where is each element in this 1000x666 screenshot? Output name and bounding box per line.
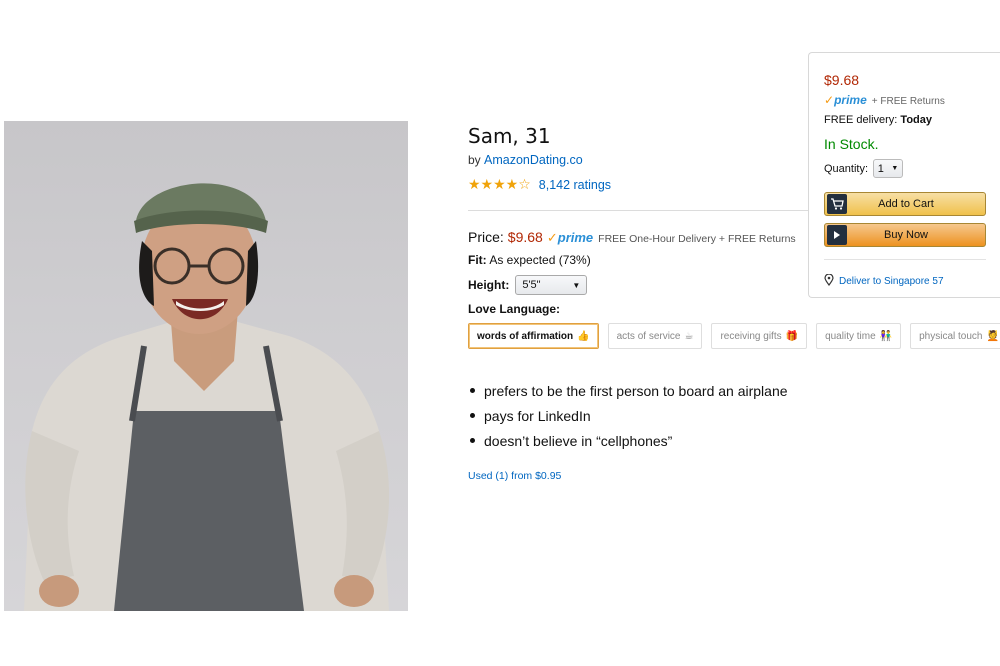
byline: by AmazonDating.co xyxy=(468,153,583,167)
quantity-label: Quantity: xyxy=(824,162,869,175)
fit-value: As expected (73%) xyxy=(489,253,591,267)
buybox-prime: ✓ prime + FREE Returns xyxy=(824,93,945,107)
buy-now-label: Buy Now xyxy=(883,229,929,241)
price-label: Price: xyxy=(468,229,504,245)
height-label: Height: xyxy=(468,278,510,292)
fit-info: Fit: As expected (73%) xyxy=(468,253,591,267)
stock-status: In Stock. xyxy=(824,136,879,152)
buy-box: $9.68 ✓ prime + FREE Returns FREE delive… xyxy=(808,52,1000,298)
list-item: prefers to be the first person to board … xyxy=(470,378,788,403)
coffee-icon: ☕ xyxy=(684,330,694,342)
deliver-to-link[interactable]: Deliver to Singapore 57 xyxy=(824,273,944,289)
option-label: quality time xyxy=(825,330,876,342)
chevron-down-icon: ▼ xyxy=(572,280,581,290)
location-pin-icon xyxy=(824,273,834,289)
bullet-icon xyxy=(470,438,475,443)
buy-now-button[interactable]: Buy Now xyxy=(824,223,986,247)
thumbs-up-icon: 👍 xyxy=(577,330,590,342)
prime-logo: prime xyxy=(834,93,867,107)
ratings-count-link[interactable]: 8,142 ratings xyxy=(539,178,611,192)
height-row: Height: 5'5" ▼ xyxy=(468,275,588,295)
prime-badge: ✓ prime xyxy=(547,230,593,246)
love-language-physical-touch[interactable]: physical touch 💆 xyxy=(910,323,1000,349)
price-value: $9.68 xyxy=(507,229,543,245)
feature-bullets: prefers to be the first person to board … xyxy=(470,378,788,453)
bullet-icon xyxy=(470,413,475,418)
deliver-to-label: Deliver to Singapore 57 xyxy=(839,276,944,287)
height-select[interactable]: 5'5" ▼ xyxy=(515,275,588,295)
add-to-cart-button[interactable]: Add to Cart xyxy=(824,192,986,216)
add-to-cart-label: Add to Cart xyxy=(878,198,934,210)
rating-row: ★★★★☆ 8,142 ratings xyxy=(468,176,611,193)
prime-logo: prime xyxy=(557,230,594,245)
quantity-select[interactable]: 1 ▼ xyxy=(873,159,904,178)
fit-label: Fit: xyxy=(468,253,487,267)
love-language-quality-time[interactable]: quality time 👫 xyxy=(816,323,902,349)
price-line: Price: $9.68 ✓ prime FREE One-Hour Deliv… xyxy=(468,229,796,246)
chevron-down-icon: ▼ xyxy=(891,165,899,172)
love-language-receiving-gifts[interactable]: receiving gifts 🎁 xyxy=(711,323,808,349)
list-item: doesn’t believe in “cellphones” xyxy=(470,428,788,453)
used-offer-link[interactable]: Used (1) from $0.95 xyxy=(468,470,561,482)
option-label: physical touch xyxy=(919,330,983,342)
star-rating-icon[interactable]: ★★★★☆ xyxy=(468,176,531,193)
option-label: words of affirmation xyxy=(477,330,574,342)
height-value: 5'5" xyxy=(522,279,541,291)
love-language-acts-of-service[interactable]: acts of service ☕ xyxy=(607,323,703,349)
option-label: receiving gifts xyxy=(720,330,782,342)
divider xyxy=(468,210,808,211)
bullet-icon xyxy=(470,388,475,393)
prime-check-icon: ✓ xyxy=(546,230,558,245)
option-label: acts of service xyxy=(616,330,681,342)
delivery-info: FREE delivery: Today xyxy=(824,114,932,126)
byline-prefix: by xyxy=(468,153,481,167)
massage-icon: 💆 xyxy=(986,330,999,342)
love-language-words-of-affirmation[interactable]: words of affirmation 👍 xyxy=(468,323,599,349)
delivery-value: Today xyxy=(900,114,932,126)
cart-icon xyxy=(827,194,847,214)
love-language-options: words of affirmation 👍 acts of service ☕… xyxy=(468,323,1000,349)
quantity-row: Quantity: 1 ▼ xyxy=(824,159,904,178)
free-returns[interactable]: + FREE Returns xyxy=(872,96,945,107)
divider xyxy=(824,259,986,260)
product-photo[interactable] xyxy=(4,121,408,611)
brand-link[interactable]: AmazonDating.co xyxy=(484,153,583,167)
gift-icon: 🎁 xyxy=(785,330,799,342)
buybox-price: $9.68 xyxy=(824,72,860,88)
quantity-value: 1 xyxy=(877,162,884,175)
delivery-note: FREE One-Hour Delivery + FREE Returns xyxy=(598,233,796,245)
love-language-label: Love Language: xyxy=(468,302,561,316)
prime-check-icon: ✓ xyxy=(824,93,835,107)
couple-icon: 👫 xyxy=(879,330,893,342)
play-icon xyxy=(827,225,847,245)
delivery-label: FREE delivery: xyxy=(824,114,898,126)
list-item: pays for LinkedIn xyxy=(470,403,788,428)
product-title: Sam, 31 xyxy=(468,124,551,148)
